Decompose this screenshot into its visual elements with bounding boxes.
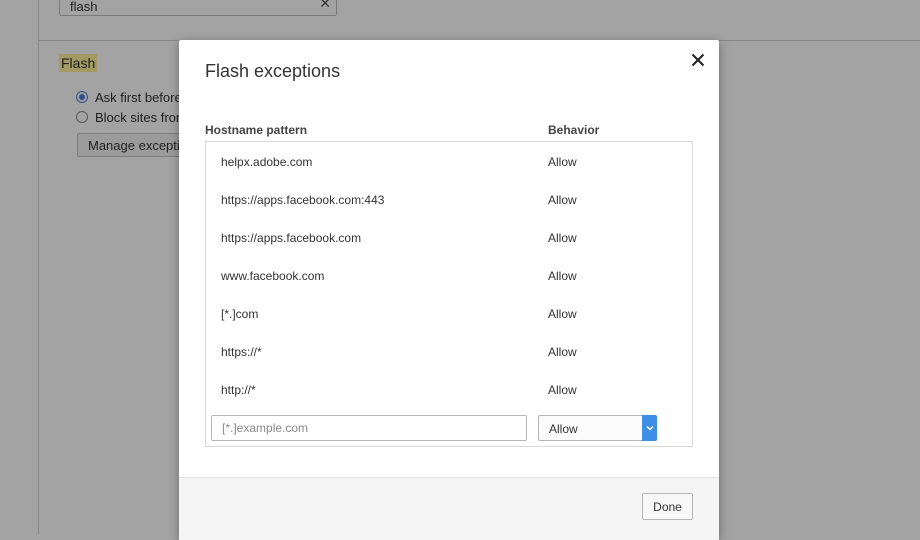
close-icon[interactable] xyxy=(687,49,709,71)
exception-hostname: helpx.adobe.com xyxy=(221,155,313,169)
exception-behavior: Allow xyxy=(548,269,577,283)
exception-hostname: https://apps.facebook.com xyxy=(221,231,362,245)
exception-behavior: Allow xyxy=(548,307,577,321)
dialog-footer: Done xyxy=(179,477,719,540)
exception-behavior: Allow xyxy=(548,383,577,397)
exception-behavior: Allow xyxy=(548,345,577,359)
exception-row[interactable]: https://apps.facebook.com:443 Allow xyxy=(206,180,692,218)
column-header-behavior: Behavior xyxy=(548,123,600,137)
exception-row[interactable]: https://apps.facebook.com Allow xyxy=(206,218,692,256)
exception-hostname: [*.]com xyxy=(221,307,259,321)
done-button[interactable]: Done xyxy=(642,493,693,520)
exception-row[interactable]: www.facebook.com Allow xyxy=(206,256,692,294)
exception-hostname: https://* xyxy=(221,345,262,359)
exception-row[interactable]: https://* Allow xyxy=(206,332,692,370)
exception-hostname: http://* xyxy=(221,383,256,397)
exception-behavior: Allow xyxy=(548,193,577,207)
exception-row[interactable]: http://* Allow xyxy=(206,370,692,408)
hostname-pattern-input[interactable] xyxy=(211,415,527,441)
behavior-select[interactable]: Allow xyxy=(538,415,657,441)
exception-hostname: www.facebook.com xyxy=(221,269,325,283)
exception-row[interactable]: [*.]com Allow xyxy=(206,294,692,332)
column-header-hostname: Hostname pattern xyxy=(205,123,308,137)
exception-behavior: Allow xyxy=(548,231,577,245)
behavior-select-value: Allow xyxy=(549,422,578,436)
exception-behavior: Allow xyxy=(548,155,577,169)
flash-exceptions-dialog: Flash exceptions Hostname pattern Behavi… xyxy=(179,40,719,540)
exception-row[interactable]: helpx.adobe.com Allow xyxy=(206,142,692,180)
exception-hostname: https://apps.facebook.com:443 xyxy=(221,193,385,207)
exceptions-list: helpx.adobe.com Allow https://apps.faceb… xyxy=(205,141,693,447)
chevron-down-icon[interactable] xyxy=(642,415,657,441)
dialog-title: Flash exceptions xyxy=(205,61,341,81)
